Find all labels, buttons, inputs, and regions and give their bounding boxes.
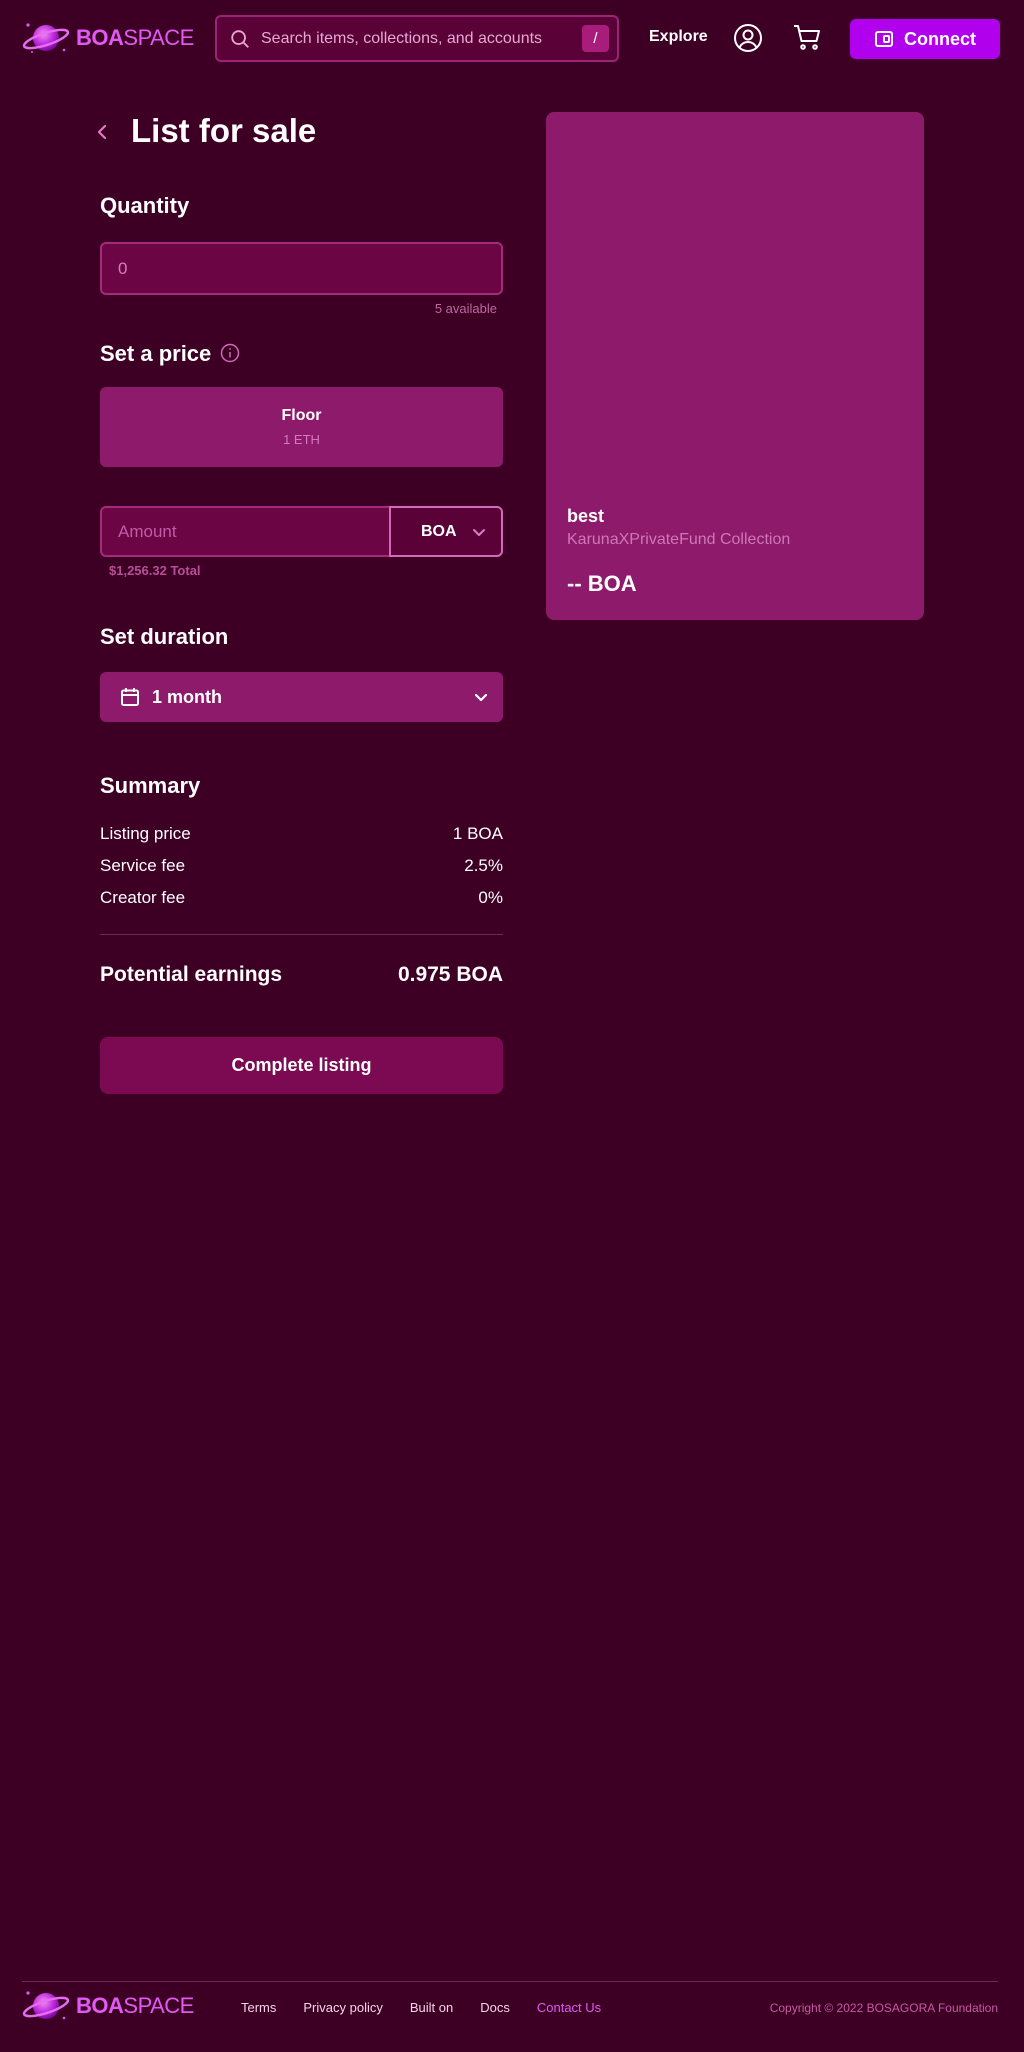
cart-button[interactable]	[791, 21, 823, 53]
available-count: 5 available	[434, 301, 497, 316]
chevron-left-icon[interactable]	[93, 122, 113, 142]
quantity-heading: Quantity	[100, 193, 190, 218]
summary-value: 2.5%	[464, 856, 503, 875]
info-icon[interactable]	[220, 343, 240, 363]
earnings-value: 0.975 BOA	[397, 963, 503, 986]
summary-label: Creator fee	[100, 888, 186, 907]
copyright-text: Copyright © 2022 BOSAGORA Foundation	[769, 2001, 998, 2015]
item-preview-card[interactable]: best KarunaXPrivateFund Collection -- BO…	[546, 112, 924, 620]
complete-listing-button[interactable]: Complete listing	[100, 1037, 503, 1094]
footer-divider	[22, 1981, 998, 1982]
footer-link-built-on[interactable]: Built on	[410, 2000, 453, 2015]
brand-bold: BOA	[76, 1993, 124, 2018]
brand-logo[interactable]: BOASPACE	[22, 18, 194, 58]
brand-wordmark: BOASPACE	[76, 25, 194, 51]
amount-input[interactable]	[100, 506, 390, 557]
top-header: BOASPACE / Explore Connect	[0, 0, 1024, 78]
profile-button[interactable]	[732, 22, 764, 54]
summary-label: Service fee	[100, 856, 186, 875]
duration-select[interactable]: 1 month	[100, 672, 503, 722]
footer-link-terms[interactable]: Terms	[241, 2000, 276, 2015]
quantity-input[interactable]	[100, 242, 503, 295]
footer-link-contact[interactable]: Contact Us	[537, 2000, 601, 2015]
duration-value: 1 month	[152, 686, 222, 707]
connect-button[interactable]: Connect	[850, 19, 1000, 59]
brand-light: SPACE	[123, 1993, 194, 2018]
floor-title: Floor	[281, 407, 322, 424]
floor-value: 1 ETH	[283, 432, 320, 447]
currency-select[interactable]: BOA	[389, 506, 503, 557]
earnings-label: Potential earnings	[100, 963, 283, 986]
amount-group: BOA	[100, 506, 503, 557]
chevron-down-icon	[474, 693, 488, 702]
summary-heading: Summary	[100, 773, 201, 798]
summary-value: 0%	[478, 888, 503, 907]
summary-row-service-fee: Service fee 2.5%	[100, 856, 503, 876]
duration-heading: Set duration	[100, 624, 229, 649]
summary-value: 1 BOA	[452, 824, 503, 843]
footer-link-privacy[interactable]: Privacy policy	[303, 2000, 382, 2015]
search-icon	[231, 29, 249, 48]
footer-brand-logo[interactable]: BOASPACE	[22, 1986, 194, 2026]
brand-light: SPACE	[123, 25, 194, 50]
calendar-icon	[121, 688, 139, 706]
floor-price-option[interactable]: Floor 1 ETH	[100, 387, 503, 467]
page-title: List for sale	[131, 112, 317, 149]
item-name: best	[567, 506, 605, 526]
summary-row-listing-price: Listing price 1 BOA	[100, 824, 503, 844]
planet-logo-icon	[22, 1986, 70, 2026]
total-value: $1,256.32 Total	[109, 563, 201, 578]
user-circle-icon	[734, 24, 762, 52]
summary-row-creator-fee: Creator fee 0%	[100, 888, 503, 908]
chevron-down-icon	[473, 528, 485, 536]
currency-value: BOA	[421, 522, 457, 540]
cart-icon	[794, 25, 820, 50]
footer-link-docs[interactable]: Docs	[480, 2000, 510, 2015]
item-collection[interactable]: KarunaXPrivateFund Collection	[567, 531, 790, 549]
search-shortcut-badge: /	[582, 25, 609, 52]
planet-logo-icon	[22, 18, 70, 58]
summary-label: Listing price	[100, 824, 191, 843]
potential-earnings: Potential earnings 0.975 BOA	[100, 963, 503, 987]
brand-bold: BOA	[76, 25, 124, 50]
summary-divider	[100, 934, 503, 935]
search-input[interactable]	[261, 29, 582, 48]
search-bar[interactable]: /	[215, 15, 619, 62]
footer-links: Terms Privacy policy Built on Docs Conta…	[241, 2000, 628, 2015]
connect-label: Connect	[904, 28, 976, 49]
item-price: -- BOA	[567, 571, 637, 596]
price-heading: Set a price	[100, 341, 212, 366]
brand-wordmark: BOASPACE	[76, 1993, 194, 2019]
wallet-icon	[875, 31, 893, 47]
nav-explore-link[interactable]: Explore	[649, 28, 708, 46]
